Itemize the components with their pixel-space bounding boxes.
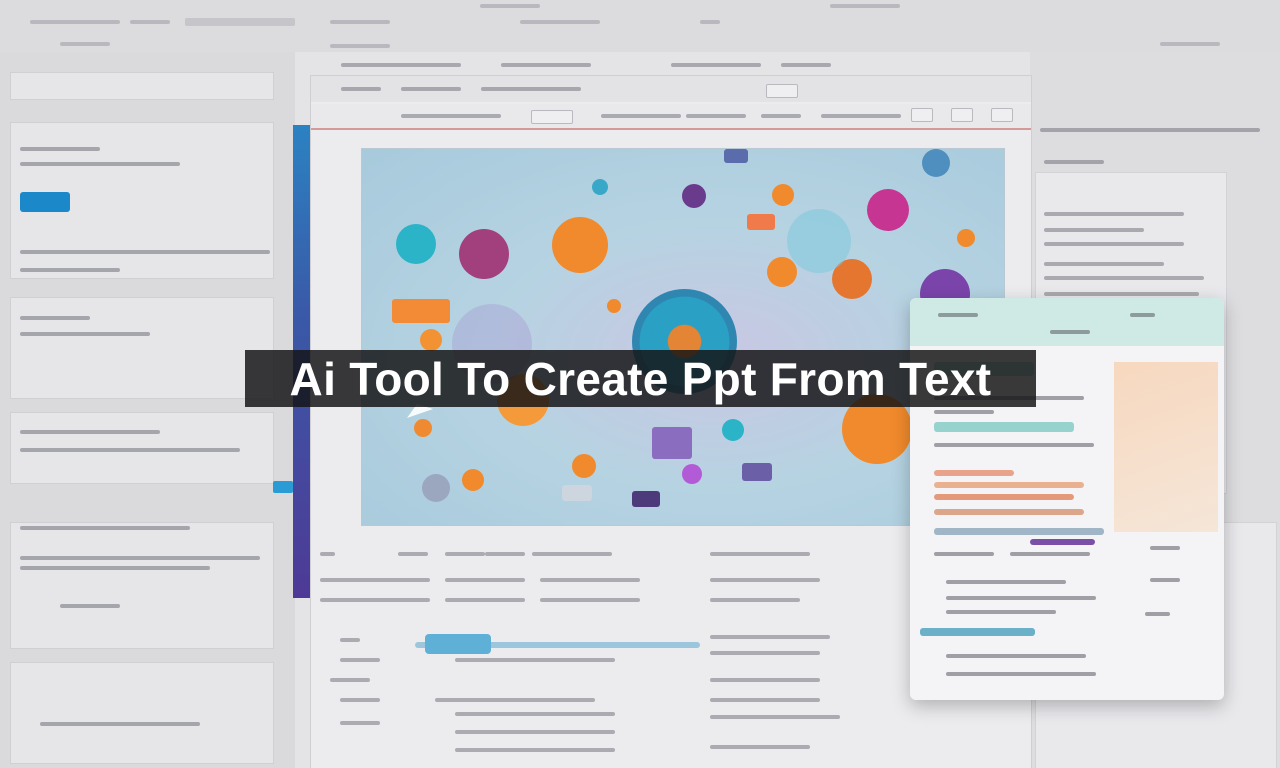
- small-blue-button: [273, 481, 293, 493]
- preview-card-accent: [1114, 362, 1218, 532]
- editor-bottom-panel: [310, 545, 910, 768]
- page-title: Ai Tool To Create Ppt From Text: [289, 352, 992, 405]
- primary-action-button: [20, 192, 70, 212]
- left-settings-panel: [0, 52, 295, 768]
- timeline-slider-thumb: [425, 634, 491, 654]
- app-top-bar: [0, 0, 1280, 68]
- title-banner: Ai Tool To Create Ppt From Text: [245, 350, 1036, 407]
- slide-canvas: [361, 148, 1005, 526]
- thumbnail-scene: Ai Tool To Create Ppt From Text: [0, 0, 1280, 768]
- preview-card-header: [910, 298, 1224, 346]
